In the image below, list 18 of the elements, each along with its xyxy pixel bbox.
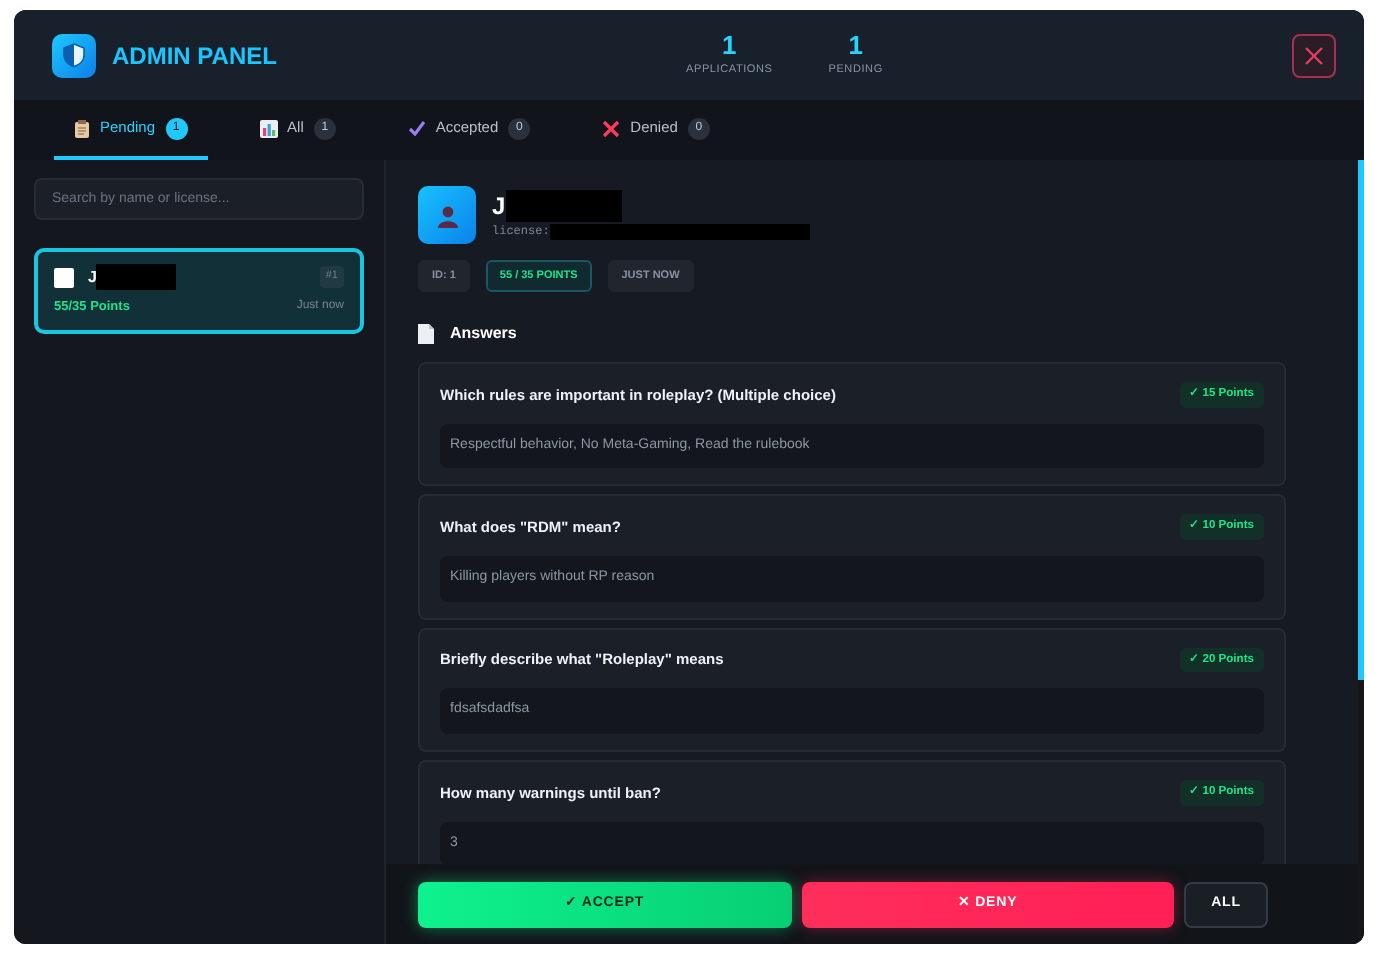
user-icon [418,186,476,244]
applicant-name: J [492,194,506,218]
redaction-block [96,264,177,290]
scrollbar[interactable] [1358,160,1364,680]
clipboard-icon [74,119,90,137]
cross-icon [602,119,621,137]
close-icon [1303,45,1324,65]
section-title: Answers [450,322,517,347]
document-icon [418,324,434,345]
check-icon [407,120,426,136]
stat-value: 1 [720,32,739,62]
panel-title: ADMIN PANEL [112,39,277,73]
close-button[interactable] [1291,33,1336,77]
bar-chart-icon [259,119,278,137]
applicant-name: J [88,265,97,289]
stat-value: 1 [846,32,865,62]
checkbox[interactable] [54,267,74,287]
shield-icon [52,33,96,77]
